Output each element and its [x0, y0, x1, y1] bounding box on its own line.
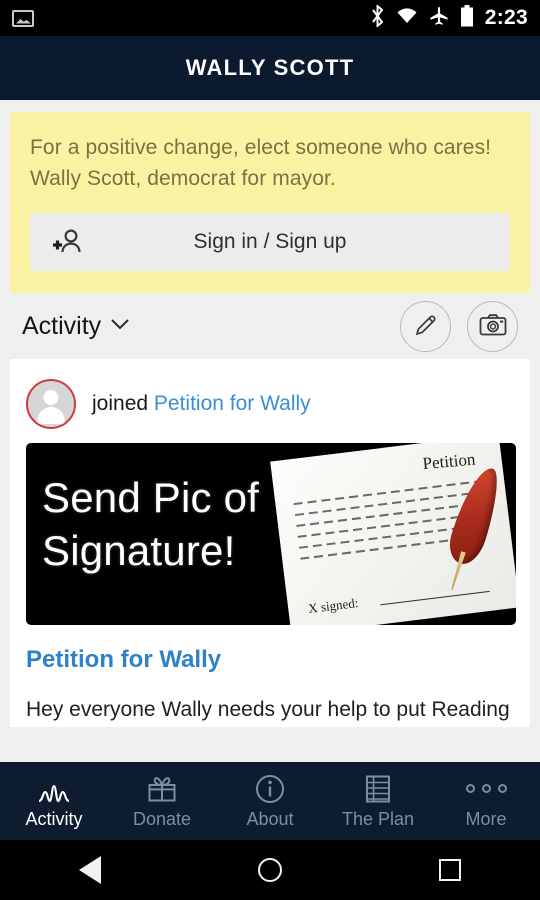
paper-signature-label: X signed: — [307, 595, 360, 617]
sign-in-label: Sign in / Sign up — [193, 230, 347, 253]
airplane-mode-icon — [429, 6, 449, 31]
headline-line-1: Send Pic of — [42, 474, 259, 521]
nav-item-about[interactable]: About — [216, 762, 324, 840]
status-bar-right: 2:23 — [370, 3, 528, 32]
campaign-message: For a positive change, elect someone who… — [30, 136, 492, 190]
post-action-verb: joined — [92, 392, 149, 415]
post-petition-link[interactable]: Petition for Wally — [154, 392, 311, 415]
gift-icon — [146, 772, 178, 805]
system-home-button[interactable] — [180, 858, 360, 882]
activity-header: Activity — [0, 293, 540, 359]
activity-actions — [400, 300, 518, 352]
compose-button[interactable] — [400, 300, 451, 352]
recents-square-icon — [439, 859, 461, 881]
system-back-button[interactable] — [0, 856, 180, 884]
more-dots-icon — [465, 772, 507, 805]
info-icon — [255, 772, 285, 805]
page-title: WALLY SCOTT — [185, 55, 355, 80]
avatar-head — [43, 390, 59, 405]
post-header: joined Petition for Wally — [26, 375, 514, 433]
avatar-body — [37, 407, 65, 424]
home-circle-icon — [258, 858, 282, 882]
pencil-icon — [413, 312, 439, 341]
paper-title: Petition — [421, 449, 477, 474]
avatar[interactable] — [26, 379, 76, 429]
petition-image-headline: Send Pic of Signature! — [42, 471, 259, 577]
headline-line-2: Signature! — [42, 527, 236, 574]
nav-label-the-about: About — [246, 809, 294, 829]
nav-item-donate[interactable]: Donate — [108, 762, 216, 840]
android-status-bar: 2:23 — [0, 0, 540, 36]
nav-item-the-plan[interactable]: The Plan — [324, 762, 432, 840]
bottom-navigation-bar: Activity Donate About The Plan More — [0, 762, 540, 840]
android-system-nav-bar — [0, 840, 540, 900]
app-screen: 2:23 WALLY SCOTT For a positive change, … — [0, 0, 540, 900]
chevron-down-icon[interactable] — [110, 317, 130, 335]
nav-label-donate: Donate — [132, 809, 192, 829]
status-bar-clock: 2:23 — [484, 6, 528, 29]
status-bar-left — [12, 9, 34, 27]
list-icon — [364, 772, 392, 805]
nav-item-more[interactable]: More — [432, 762, 540, 840]
campaign-banner: For a positive change, elect someone who… — [10, 112, 530, 293]
petition-title[interactable]: Petition for Wally — [26, 646, 514, 674]
activity-chart-icon — [36, 772, 72, 805]
paper-signature-line — [380, 590, 490, 606]
nav-item-activity[interactable]: Activity — [0, 762, 108, 840]
bluetooth-icon — [370, 3, 385, 32]
feed-card: joined Petition for Wally Send Pic of Si… — [10, 359, 530, 727]
system-recents-button[interactable] — [360, 859, 540, 881]
wifi-icon — [396, 7, 418, 30]
nav-label-activity: Activity — [25, 809, 83, 829]
camera-button[interactable] — [467, 300, 518, 352]
post-action-text: joined Petition for Wally — [92, 392, 311, 416]
image-icon — [12, 9, 34, 27]
activity-title[interactable]: Activity — [22, 312, 101, 341]
back-triangle-icon — [79, 856, 101, 884]
app-title-bar: WALLY SCOTT — [0, 36, 540, 100]
petition-body-text: Hey everyone Wally needs your help to pu… — [26, 698, 510, 721]
camera-icon — [479, 313, 507, 340]
sign-in-sign-up-button[interactable]: Sign in / Sign up — [30, 213, 510, 271]
nav-label-the-plan: The Plan — [341, 809, 415, 829]
battery-icon — [460, 4, 474, 32]
nav-label-more: More — [465, 809, 507, 829]
petition-image[interactable]: Send Pic of Signature! Petition X signed… — [26, 443, 516, 625]
